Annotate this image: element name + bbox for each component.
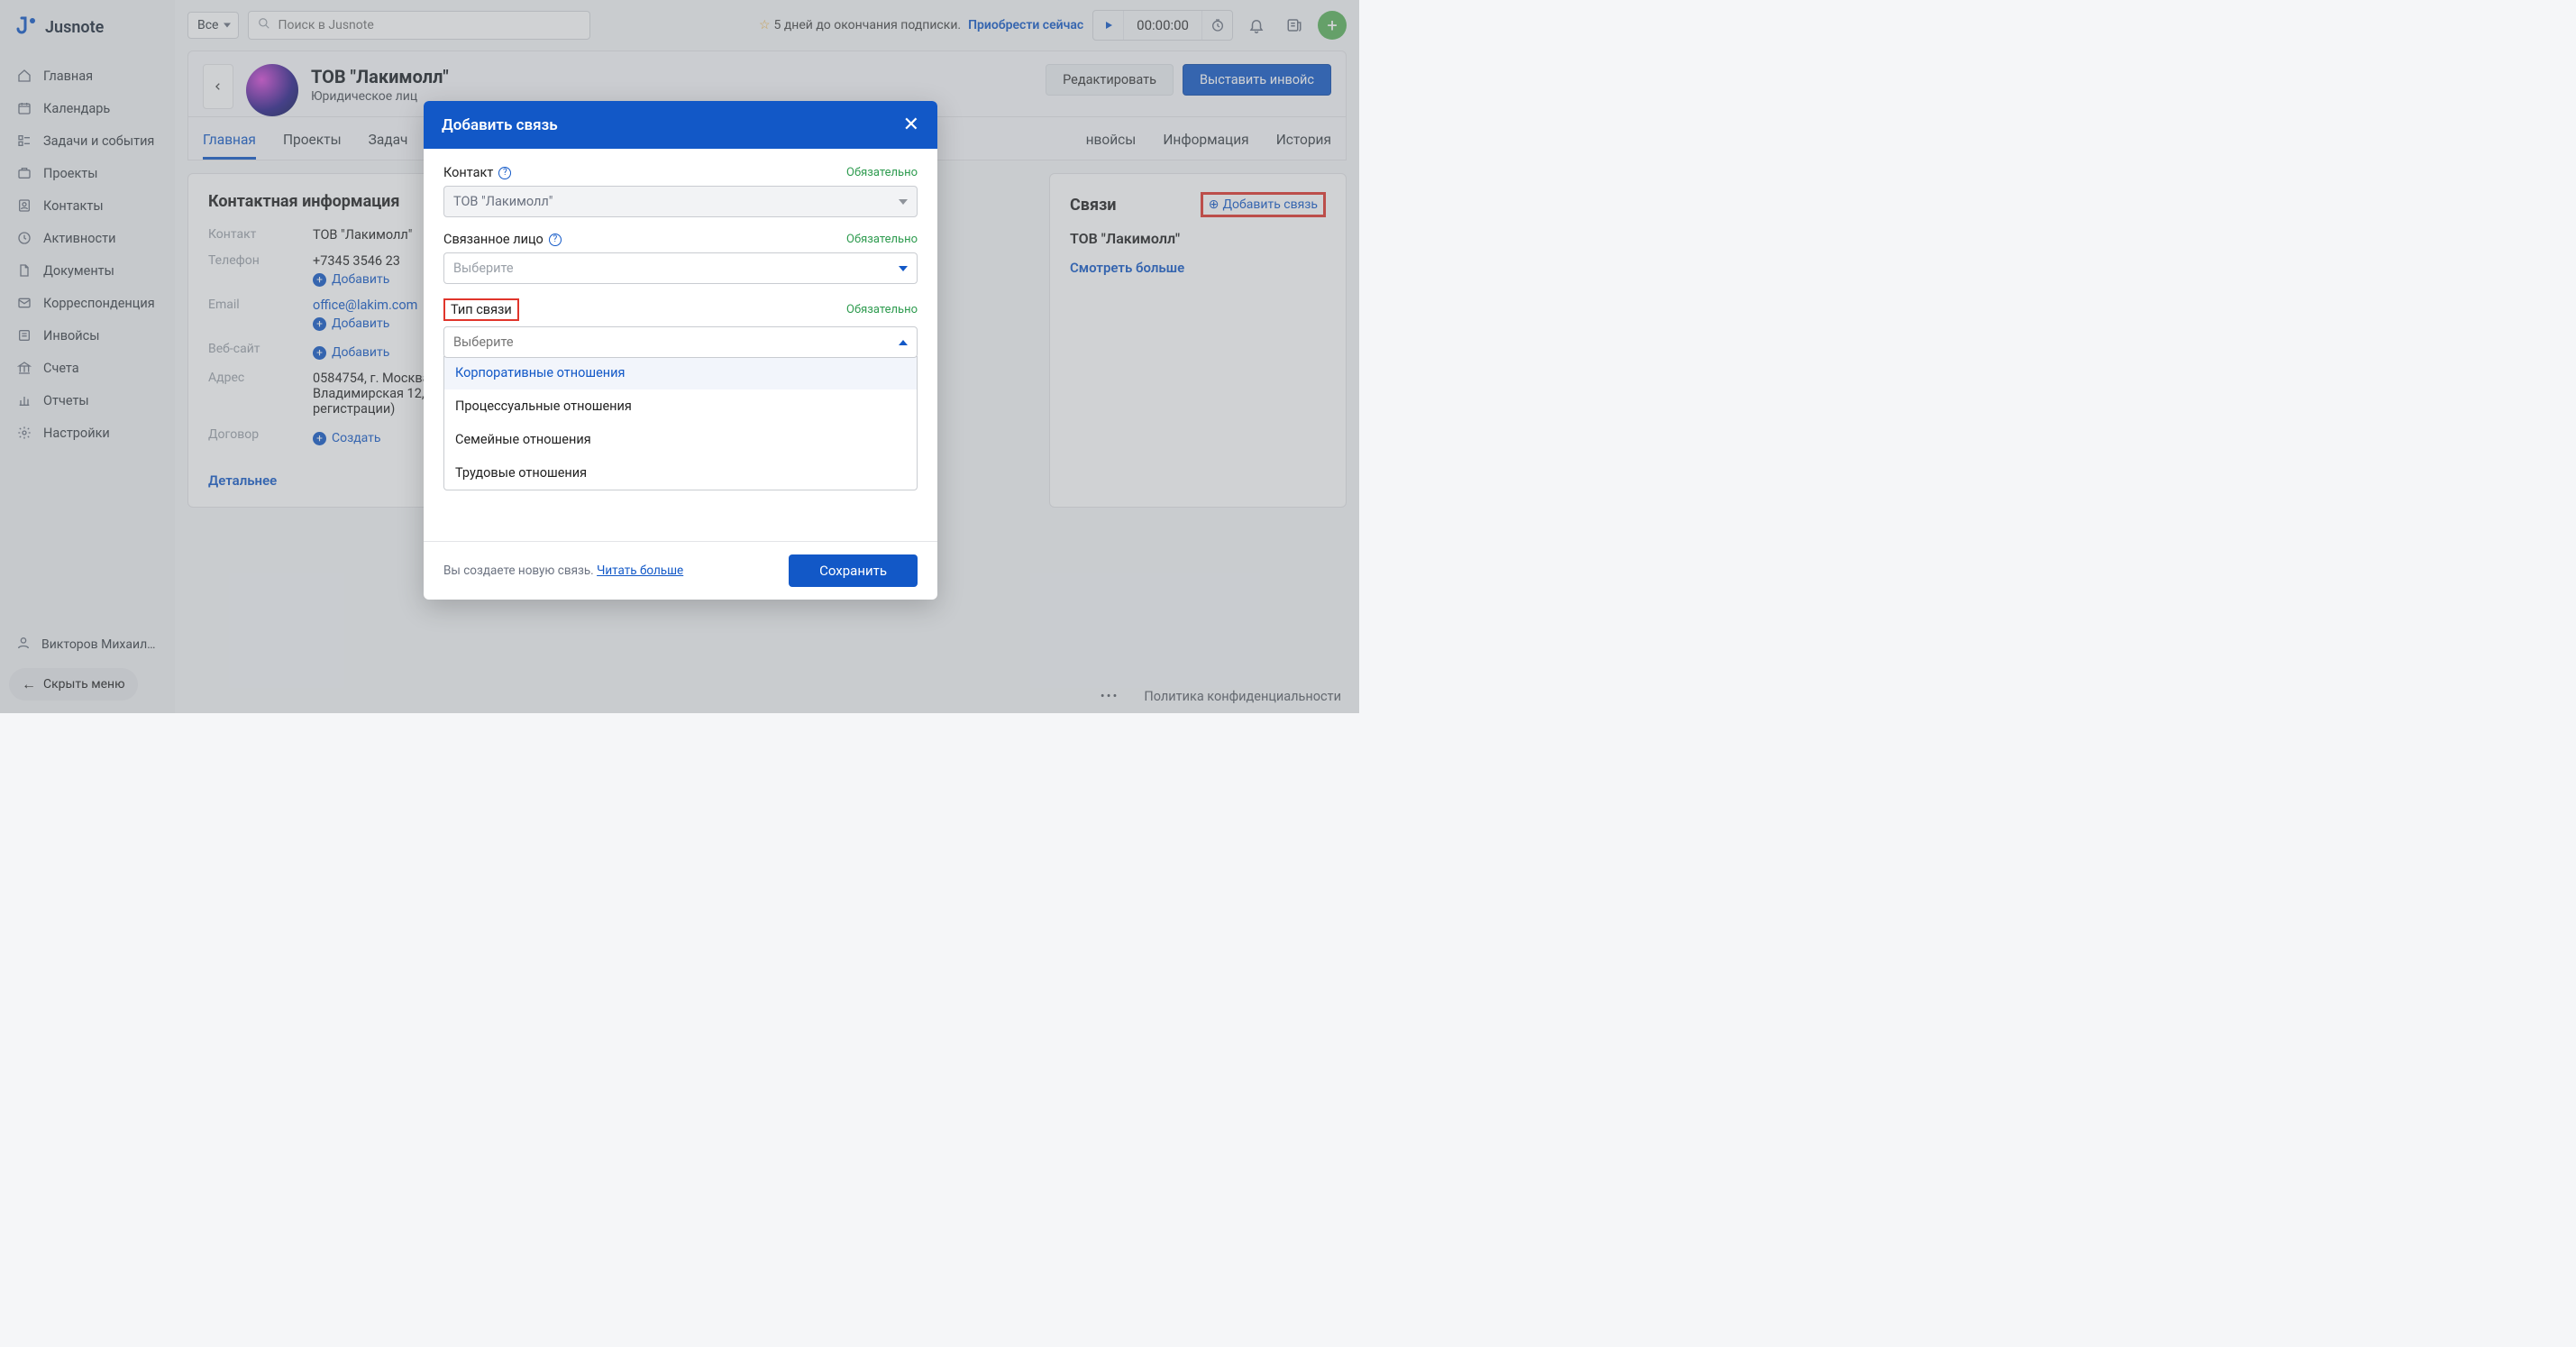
option-labor[interactable]: Трудовые отношения — [444, 456, 917, 490]
option-procedural[interactable]: Процессуальные отношения — [444, 389, 917, 423]
modal-hint: Вы создаете новую связь. Читать больше — [443, 564, 683, 578]
type-select[interactable] — [443, 326, 918, 358]
chevron-down-icon — [899, 199, 908, 205]
chevron-down-icon — [899, 266, 908, 271]
type-label: Тип связи — [443, 298, 519, 321]
close-icon[interactable]: ✕ — [903, 114, 919, 136]
type-dropdown: Корпоративные отношения Процессуальные о… — [443, 356, 918, 490]
modal-title: Добавить связь — [442, 116, 558, 134]
read-more-link[interactable]: Читать больше — [597, 564, 683, 578]
option-family[interactable]: Семейные отношения — [444, 423, 917, 456]
contact-select[interactable]: ТОВ "Лакимолл" — [443, 186, 918, 217]
contact-label: Контакт? — [443, 165, 511, 180]
save-button[interactable]: Сохранить — [789, 554, 918, 587]
type-input[interactable] — [453, 334, 863, 350]
related-label: Связанное лицо? — [443, 232, 562, 247]
help-icon[interactable]: ? — [498, 167, 511, 179]
chevron-up-icon — [899, 340, 908, 345]
option-corporate[interactable]: Корпоративные отношения — [444, 356, 917, 389]
help-icon[interactable]: ? — [549, 234, 562, 246]
related-select[interactable]: Выберите — [443, 252, 918, 284]
add-relation-modal: Добавить связь ✕ Контакт? Обязательно ТО… — [424, 101, 937, 600]
